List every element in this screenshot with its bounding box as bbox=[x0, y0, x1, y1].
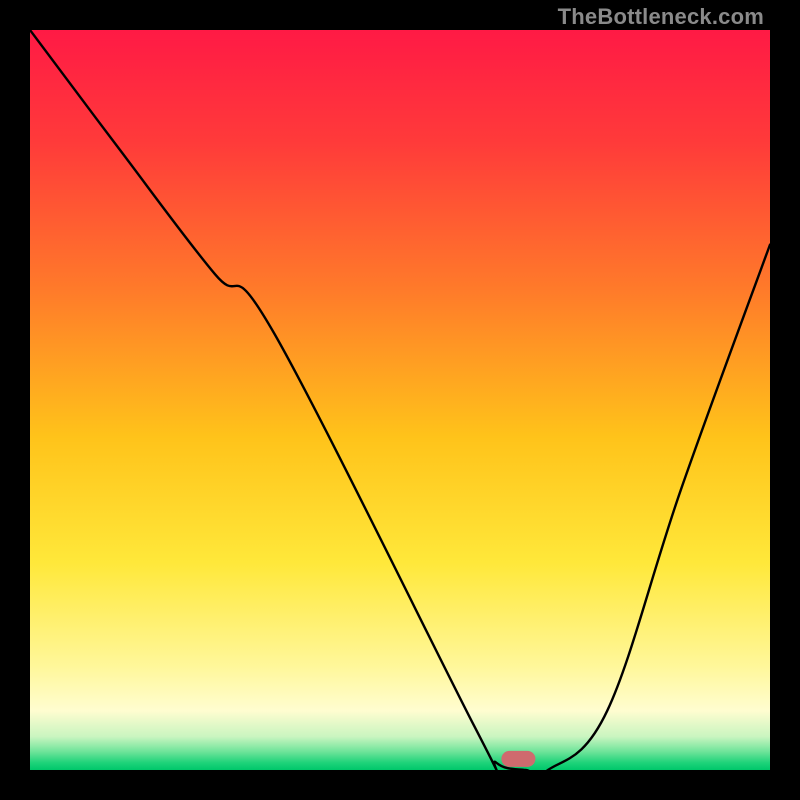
optimal-marker bbox=[501, 751, 535, 767]
watermark-text: TheBottleneck.com bbox=[558, 4, 764, 30]
chart-frame bbox=[30, 30, 770, 770]
gradient-background bbox=[30, 30, 770, 770]
bottleneck-chart bbox=[30, 30, 770, 770]
